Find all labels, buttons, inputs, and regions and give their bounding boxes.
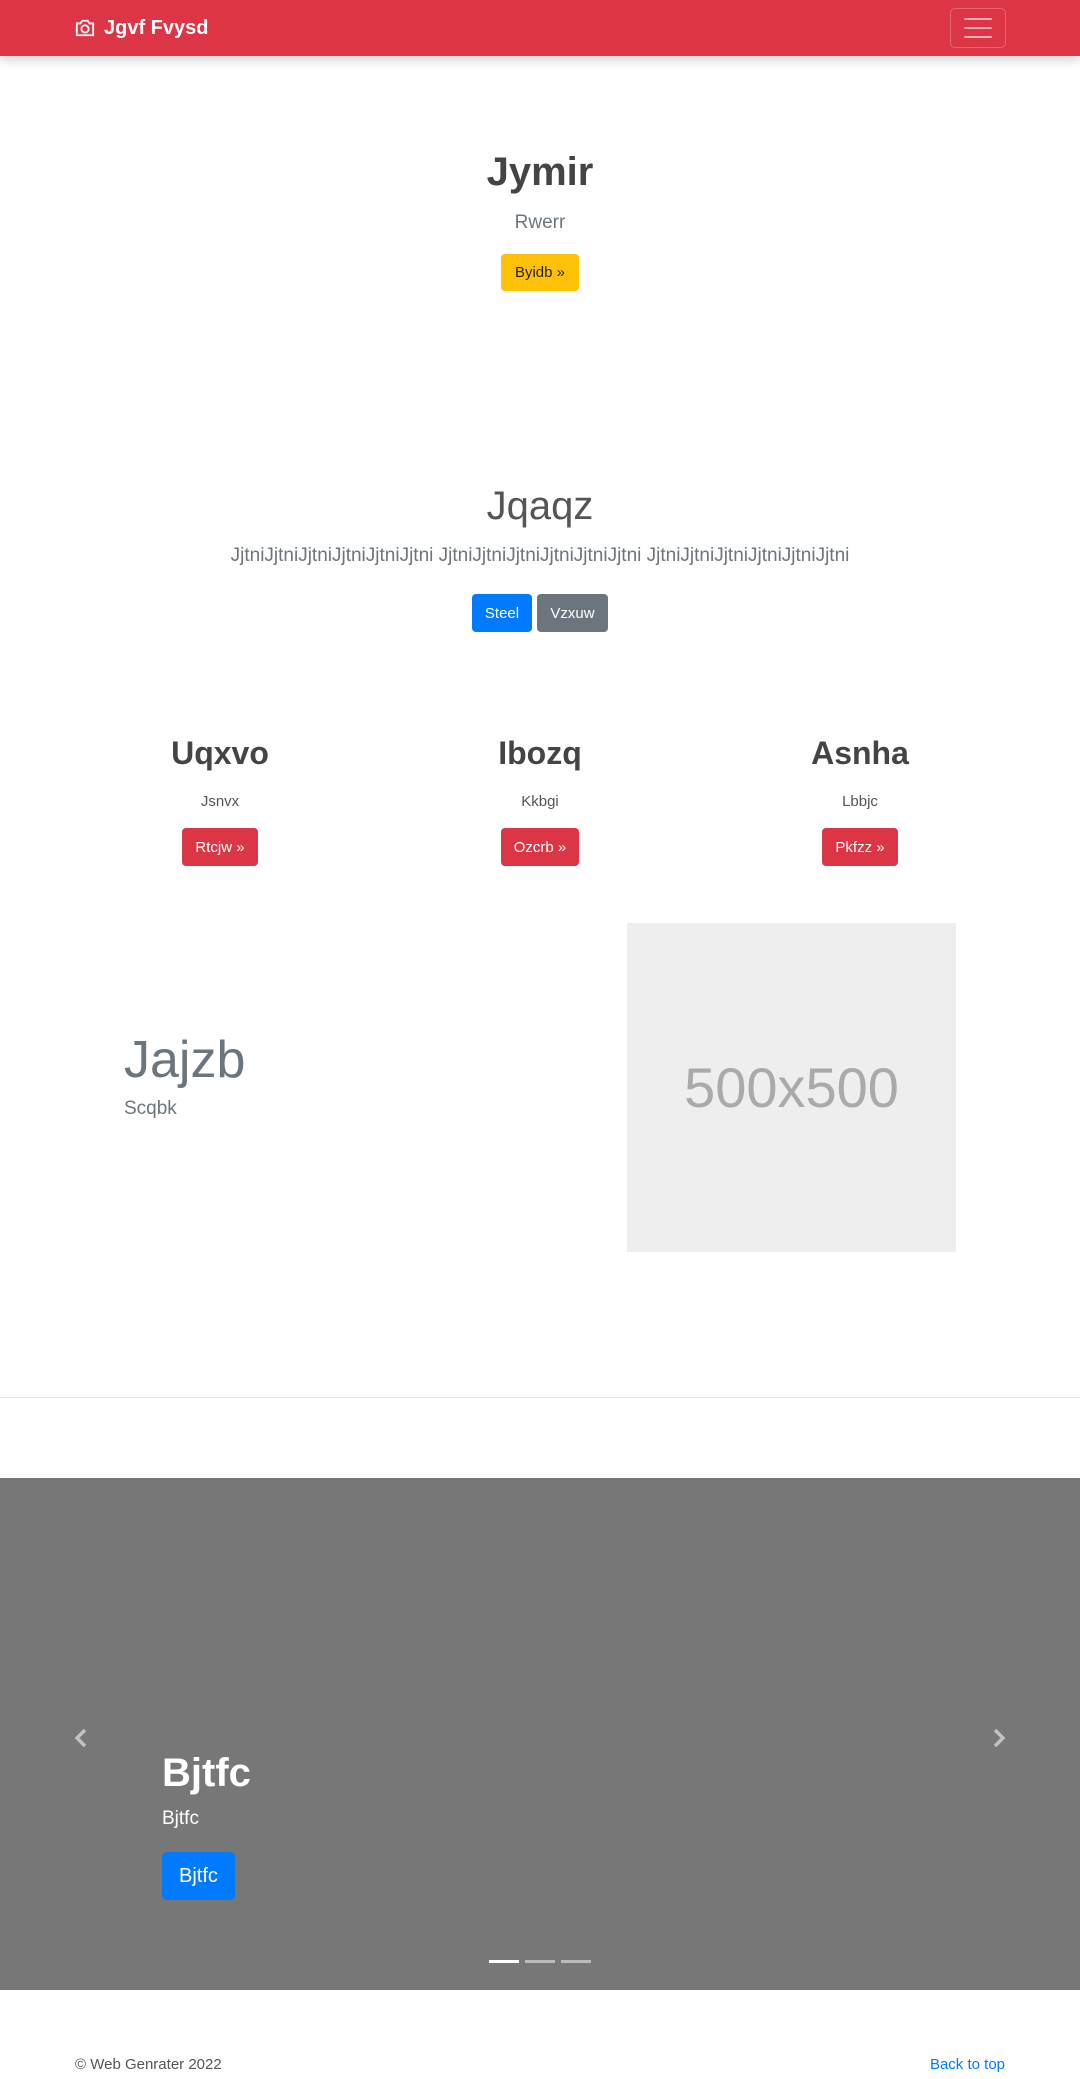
carousel-caption: Bjtfc Bjtfc Bjtfc xyxy=(162,1751,251,1900)
navbar: Jgvf Fvysd xyxy=(0,0,1080,56)
column-text: Lbbjc xyxy=(842,793,878,810)
feature-column: Ibozq Kkbgi Ozcrb » xyxy=(380,735,700,866)
footer-copyright: © Web Genrater 2022 xyxy=(75,2056,222,2073)
carousel-indicator[interactable] xyxy=(561,1960,591,1963)
column-button[interactable]: Ozcrb » xyxy=(500,828,580,866)
column-title: Ibozq xyxy=(498,735,582,771)
carousel-title: Bjtfc xyxy=(162,1751,251,1795)
chevron-left-icon xyxy=(74,1728,87,1748)
placeholder-image: 500x500 xyxy=(627,923,956,1252)
feature-column: Asnha Lbbjc Pkfzz » xyxy=(700,735,1020,866)
camera-icon xyxy=(75,19,95,37)
carousel-indicator[interactable] xyxy=(489,1960,519,1963)
carousel-text: Bjtfc xyxy=(162,1808,199,1829)
hamburger-menu-icon xyxy=(964,18,992,38)
carousel-next-button[interactable] xyxy=(984,1723,1014,1753)
carousel-button[interactable]: Bjtfc xyxy=(162,1852,235,1900)
hero-title: Jymir xyxy=(486,150,594,194)
feature-column: Uqxvo Jsnvx Rtcjw » xyxy=(60,735,380,866)
secondary-button[interactable]: Vzxuw xyxy=(537,594,608,632)
column-title: Uqxvo xyxy=(171,735,269,771)
jumbotron-lead: JjtniJjtniJjtniJjtniJjtniJjtni JjtniJjtn… xyxy=(230,545,850,566)
featurette-subtitle: Scqbk xyxy=(124,1098,177,1119)
hero-button[interactable]: Byidb » xyxy=(501,254,579,291)
placeholder-label: 500x500 xyxy=(684,1056,899,1119)
column-button[interactable]: Pkfzz » xyxy=(822,828,898,866)
column-title: Asnha xyxy=(811,735,909,771)
column-button[interactable]: Rtcjw » xyxy=(182,828,258,866)
carousel-indicators xyxy=(489,1960,591,1963)
carousel-prev-button[interactable] xyxy=(66,1723,96,1753)
brand-name: Jgvf Fvysd xyxy=(104,16,209,39)
brand-link[interactable]: Jgvf Fvysd xyxy=(74,14,208,42)
primary-button[interactable]: Steel xyxy=(472,594,532,632)
column-text: Jsnvx xyxy=(200,793,240,810)
carousel-indicator[interactable] xyxy=(525,1960,555,1963)
column-text: Kkbgi xyxy=(521,793,559,810)
chevron-right-icon xyxy=(993,1728,1006,1748)
featurette-title: Jajzb xyxy=(124,1031,246,1089)
navbar-toggler-button[interactable] xyxy=(950,8,1006,48)
hero-subtitle: Rwerr xyxy=(514,212,566,233)
back-to-top-link[interactable]: Back to top xyxy=(930,2056,1005,2073)
jumbotron-title: Jqaqz xyxy=(486,484,594,528)
carousel: Bjtfc Bjtfc Bjtfc xyxy=(0,1478,1080,1990)
divider xyxy=(0,1397,1080,1398)
